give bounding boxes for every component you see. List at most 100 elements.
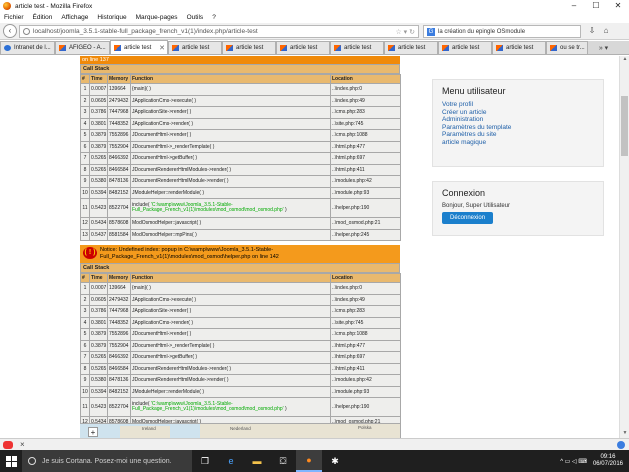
edge-icon[interactable]: e: [218, 450, 244, 472]
scroll-up-icon[interactable]: ▲: [620, 56, 629, 64]
tab-label: article test: [344, 45, 372, 51]
table-cell: JApplicationCms->execute( ): [130, 293, 331, 306]
map-preview[interactable]: + Ireland Nederland Polska: [80, 423, 400, 438]
logout-button[interactable]: Déconnexion: [442, 212, 494, 224]
tray-icons[interactable]: ^ ▭ ◁ ⌨: [560, 458, 587, 465]
tab-afigeo[interactable]: AFIGEO - A...: [55, 41, 110, 54]
tab-ou-se-tr[interactable]: ou se tr...: [546, 41, 588, 54]
tab-article-test[interactable]: article test: [330, 41, 384, 54]
table-cell: 8581584: [107, 228, 131, 241]
link-article-magique[interactable]: article magique: [442, 139, 594, 147]
site-info-icon[interactable]: [23, 28, 30, 35]
cortana-search-box[interactable]: Je suis Cortana. Posez-moi une question.: [22, 450, 192, 472]
download-icon[interactable]: ⇩: [585, 26, 599, 35]
tab-article-test[interactable]: article test: [168, 41, 222, 54]
back-arrow-icon[interactable]: ‹: [3, 24, 17, 38]
col-header: Function: [130, 273, 331, 283]
firefox-taskbar-icon[interactable]: ●: [296, 450, 322, 472]
table-cell: ..\cms.php:283: [330, 106, 401, 119]
table-cell: 6: [80, 140, 90, 153]
menu-edition[interactable]: Édition: [33, 14, 53, 21]
table-cell: 5: [80, 328, 90, 341]
link-creer-article[interactable]: Créer un article: [442, 109, 594, 117]
addon-icon[interactable]: [3, 441, 13, 449]
settings-gear-icon[interactable]: ✱: [322, 450, 348, 472]
joomla-icon: [442, 45, 449, 51]
col-header: #: [80, 273, 90, 283]
close-window-button[interactable]: ✕: [607, 0, 629, 12]
link-parametres-template[interactable]: Paramètres du template: [442, 124, 594, 132]
table-cell: include( 'C:\wamp\www\Joomla_3.5.1-Stabl…: [130, 397, 331, 417]
table-cell: ..\index.php:0: [330, 282, 401, 295]
table-row: 5 0.3879 7552896 JDocumentHtml->render( )..…: [80, 129, 401, 142]
toolbar-icons: ⇩ ⌂: [585, 26, 613, 35]
tab-article-test-active[interactable]: article test ✕: [110, 40, 168, 54]
table-cell: ModOsmodHelper::mpPins( ): [130, 228, 331, 241]
search-engine-icon[interactable]: G: [427, 27, 435, 36]
tab-label: AFIGEO - A...: [69, 45, 106, 51]
menu-fichier[interactable]: Fichier: [4, 14, 24, 21]
col-header: Location: [330, 74, 401, 84]
menu-marque-pages[interactable]: Marque-pages: [136, 14, 178, 21]
window-titlebar: article test - Mozilla Firefox – ☐ ✕: [0, 0, 629, 12]
page-scrollbar[interactable]: ▲ ▼: [619, 56, 629, 438]
link-votre-profil[interactable]: Votre profil: [442, 101, 594, 109]
notice-text: Notice: Undefined index: popup in C:\wam…: [100, 247, 279, 260]
tab-article-test[interactable]: article test: [492, 41, 546, 54]
clock[interactable]: 09:16 06/07/2016: [593, 454, 623, 468]
close-tab-icon[interactable]: ✕: [159, 44, 165, 52]
tab-article-test[interactable]: article test: [438, 41, 492, 54]
table-cell: ..\index.php:0: [330, 83, 401, 96]
task-view-icon[interactable]: ❐: [192, 450, 218, 472]
tab-article-test[interactable]: article test: [384, 41, 438, 54]
table-cell: 7552896: [107, 129, 131, 142]
bookmark-star-icon[interactable]: ☆ ▾ ↻: [395, 28, 415, 36]
addon-right-icon[interactable]: [617, 441, 625, 449]
table-row: 6 0.3879 7552904 JDocumentHtml->_renderTemp…: [80, 140, 401, 153]
search-bar[interactable]: G la création du epingle OSmodule: [423, 25, 581, 38]
search-input[interactable]: la création du epingle OSmodule: [438, 29, 525, 35]
menu-affichage[interactable]: Affichage: [61, 14, 88, 21]
call-stack-heading: Call Stack: [80, 64, 400, 74]
windows-taskbar: Je suis Cortana. Posez-moi une question.…: [0, 450, 629, 472]
table-cell: 9: [80, 175, 90, 188]
scroll-down-icon[interactable]: ▼: [620, 430, 629, 438]
table-cell: 4: [80, 316, 90, 329]
firefox-logo-icon: [3, 2, 11, 10]
tab-article-test[interactable]: article test: [276, 41, 330, 54]
windows-start-icon[interactable]: [0, 450, 22, 472]
home-icon[interactable]: ⌂: [599, 26, 613, 35]
store-icon[interactable]: ⛋: [270, 450, 296, 472]
link-parametres-site[interactable]: Paramètres du site: [442, 131, 594, 139]
table-row: 130.54378581584ModOsmodHelper::mpPins( )…: [80, 228, 401, 241]
link-administration[interactable]: Administration: [442, 116, 594, 124]
table-cell: 0.5423: [89, 198, 108, 218]
fn-path: 'C:\wamp\www\Joomla_3.5.1-Stable-Full_Pa…: [132, 400, 284, 412]
table-cell: 0.5394: [89, 186, 108, 199]
url-bar[interactable]: localhost/joomla_3.5.1-stable-full_packa…: [19, 25, 419, 38]
table-cell: ..\site.php:745: [330, 316, 401, 329]
call-stack-body: 1 0.0007 139664 {main}( ) ..\index.php:0 2 0.0…: [80, 83, 401, 241]
file-explorer-icon[interactable]: ▬: [244, 450, 270, 472]
zoom-in-button[interactable]: +: [88, 427, 98, 437]
tab-intranet[interactable]: Intranet de l...: [0, 41, 55, 54]
close-addon-icon[interactable]: ×: [20, 440, 25, 449]
table-cell: 8466584: [107, 362, 131, 375]
menu-bar: Fichier Édition Affichage Historique Mar…: [0, 12, 629, 23]
minimize-button[interactable]: –: [563, 0, 585, 12]
tab-scroll-icon[interactable]: » ▾: [588, 41, 619, 54]
maximize-button[interactable]: ☐: [585, 0, 607, 12]
menu-aide[interactable]: ?: [212, 14, 216, 21]
menu-historique[interactable]: Historique: [97, 14, 126, 21]
notice-message: ( ! ) Notice: Undefined index: popup in …: [80, 245, 400, 263]
menu-outils[interactable]: Outils: [187, 14, 204, 21]
module-title: Menu utilisateur: [442, 86, 506, 96]
system-tray: ^ ▭ ◁ ⌨ 09:16 06/07/2016: [560, 450, 623, 472]
table-cell: ..\html.php:477: [330, 339, 401, 352]
table-cell: ..\module.php:93: [330, 186, 401, 199]
table-cell: JDocumentHtml->_renderTemplate( ): [130, 339, 331, 352]
scrollbar-thumb[interactable]: [621, 96, 628, 156]
window-title: article test - Mozilla Firefox: [15, 2, 93, 10]
tab-article-test[interactable]: article test: [222, 41, 276, 54]
table-row: 9 0.5380 8478136 JDocumentRendererHtmlModul…: [80, 175, 401, 188]
